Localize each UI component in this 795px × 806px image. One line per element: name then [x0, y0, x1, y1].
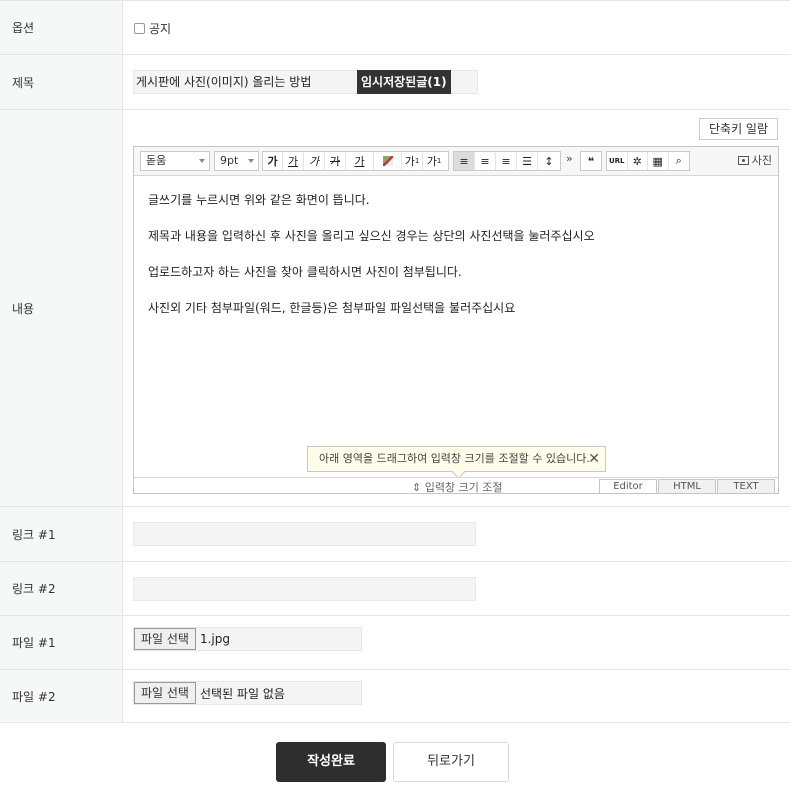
- notice-checkbox-wrap[interactable]: 공지: [134, 20, 171, 37]
- tab-html[interactable]: HTML: [658, 479, 716, 493]
- editor-paragraph: 사진외 기타 첨부파일(워드, 한글등)은 첨부파일 파일선택을 불러주십시요: [148, 301, 516, 315]
- editor-paragraph: 글쓰기를 누르시면 위와 같은 화면이 뜹니다.: [148, 193, 370, 207]
- quote-button[interactable]: ❝: [581, 152, 601, 170]
- camera-icon: [737, 155, 749, 165]
- align-right-icon[interactable]: ≡: [496, 152, 517, 170]
- file1-filename: 1.jpg: [199, 632, 231, 646]
- editor-paragraph: 제목과 내용을 입력하신 후 사진을 올리고 싶으신 경우는 상단의 사진선택을…: [148, 229, 595, 243]
- insert-group: URL ✲ ▦ ⌕: [606, 151, 690, 171]
- font-size-value: 9pt: [220, 154, 239, 167]
- rich-text-editor: 돋움 9pt 가 가 가 가 가 가 1 가 1 ≡ ≡ ≡ ☰ ↕ » ❝ U…: [133, 146, 779, 494]
- photo-label: 사진: [751, 154, 772, 167]
- chevron-down-icon: [248, 159, 254, 163]
- resize-tip-text: 아래 영역을 드래그하여 입력창 크기를 조절할 수 있습니다.: [319, 452, 590, 465]
- resize-label: ⇕ 입력창 크기 조절: [412, 481, 503, 494]
- font-size-select[interactable]: 9pt: [214, 151, 259, 171]
- submit-button[interactable]: 작성완료: [276, 742, 386, 782]
- photo-button[interactable]: 사진: [737, 152, 772, 168]
- quote-group: ❝: [580, 151, 602, 171]
- tab-text[interactable]: TEXT: [717, 479, 775, 493]
- editor-content-area[interactable]: 글쓰기를 누르시면 위와 같은 화면이 뜹니다. 제목과 내용을 입력하신 후 …: [134, 177, 778, 463]
- text-style-group: 가 가 가 가 가 가1 가1: [262, 151, 449, 171]
- link2-row: 링크 #2: [0, 562, 790, 616]
- superscript-button[interactable]: 가1: [402, 152, 423, 170]
- file2-input: 파일 선택 선택된 파일 없음: [133, 681, 362, 705]
- chevron-down-icon: [199, 159, 205, 163]
- file2-choose-button[interactable]: 파일 선택: [134, 682, 196, 704]
- line-height-icon[interactable]: ↕: [538, 152, 560, 170]
- align-group: ≡ ≡ ≡ ☰ ↕: [453, 151, 561, 171]
- align-justify-icon[interactable]: ☰: [517, 152, 538, 170]
- option-row: 옵션 공지: [0, 1, 790, 55]
- close-icon[interactable]: ✕: [588, 447, 600, 471]
- notice-label: 공지: [149, 22, 172, 36]
- subscript-glyph: 가: [426, 155, 437, 168]
- editor-mode-tabs: Editor HTML TEXT: [598, 479, 775, 493]
- align-center-icon[interactable]: ≡: [475, 152, 496, 170]
- link1-row: 링크 #1: [0, 507, 790, 562]
- editor-paragraph: 업로드하고자 하는 사진을 찾아 클릭하시면 사진이 첨부됩니다.: [148, 265, 462, 279]
- resize-handle[interactable]: ⇕ 입력창 크기 조절 Editor HTML TEXT: [134, 477, 778, 494]
- file1-choose-button[interactable]: 파일 선택: [134, 628, 196, 650]
- font-family-value: 돋움: [146, 154, 167, 167]
- file1-label: 파일 #1: [0, 616, 123, 669]
- link1-input[interactable]: [133, 522, 476, 546]
- link1-label: 링크 #1: [0, 507, 123, 561]
- align-left-icon[interactable]: ≡: [454, 152, 475, 170]
- temp-saved-button[interactable]: 임시저장된글(1): [357, 70, 451, 94]
- file2-filename: 선택된 파일 없음: [199, 686, 285, 701]
- tab-editor[interactable]: Editor: [599, 479, 657, 493]
- highlight-pen-icon: [382, 156, 393, 166]
- font-family-select[interactable]: 돋움: [140, 151, 210, 171]
- special-char-icon[interactable]: ✲: [628, 152, 648, 170]
- bold-button[interactable]: 가: [263, 152, 283, 170]
- strikethrough-button[interactable]: 가: [325, 152, 346, 170]
- highlight-color-button[interactable]: [374, 152, 402, 170]
- underline-button[interactable]: 가: [283, 152, 304, 170]
- file1-input: 파일 선택 1.jpg: [133, 627, 362, 651]
- subscript-button[interactable]: 가1: [423, 152, 445, 170]
- notice-checkbox[interactable]: [134, 23, 145, 34]
- content-label: 내용: [0, 110, 123, 506]
- resize-tip-tooltip: 아래 영역을 드래그하여 입력창 크기를 조절할 수 있습니다. ✕: [307, 446, 606, 472]
- link2-label: 링크 #2: [0, 562, 123, 615]
- search-icon[interactable]: ⌕: [669, 152, 689, 170]
- write-form: 옵션 공지 제목 게시판에 사진(이미지) 올리는 방법 내용 단축키 일람 돋…: [0, 0, 790, 723]
- subject-label: 제목: [0, 55, 123, 109]
- file2-row: 파일 #2 파일 선택 선택된 파일 없음: [0, 670, 790, 723]
- file1-row: 파일 #1 파일 선택 1.jpg: [0, 616, 790, 670]
- italic-button[interactable]: 가: [304, 152, 325, 170]
- more-tools-button[interactable]: »: [566, 152, 573, 165]
- file2-label: 파일 #2: [0, 670, 123, 722]
- font-color-button[interactable]: 가: [346, 152, 374, 170]
- superscript-glyph: 가: [404, 155, 415, 168]
- url-button[interactable]: URL: [607, 152, 628, 170]
- link2-input[interactable]: [133, 577, 476, 601]
- back-button[interactable]: 뒤로가기: [393, 742, 509, 782]
- editor-toolbar: 돋움 9pt 가 가 가 가 가 가 1 가 1 ≡ ≡ ≡ ☰ ↕ » ❝ U…: [134, 147, 778, 176]
- content-row: 내용 단축키 일람 돋움 9pt 가 가 가 가 가 가 1 가 1 ≡ ≡ ≡…: [0, 110, 790, 507]
- option-label: 옵션: [0, 1, 123, 54]
- table-icon[interactable]: ▦: [648, 152, 669, 170]
- shortcut-list-button[interactable]: 단축키 일람: [698, 118, 778, 140]
